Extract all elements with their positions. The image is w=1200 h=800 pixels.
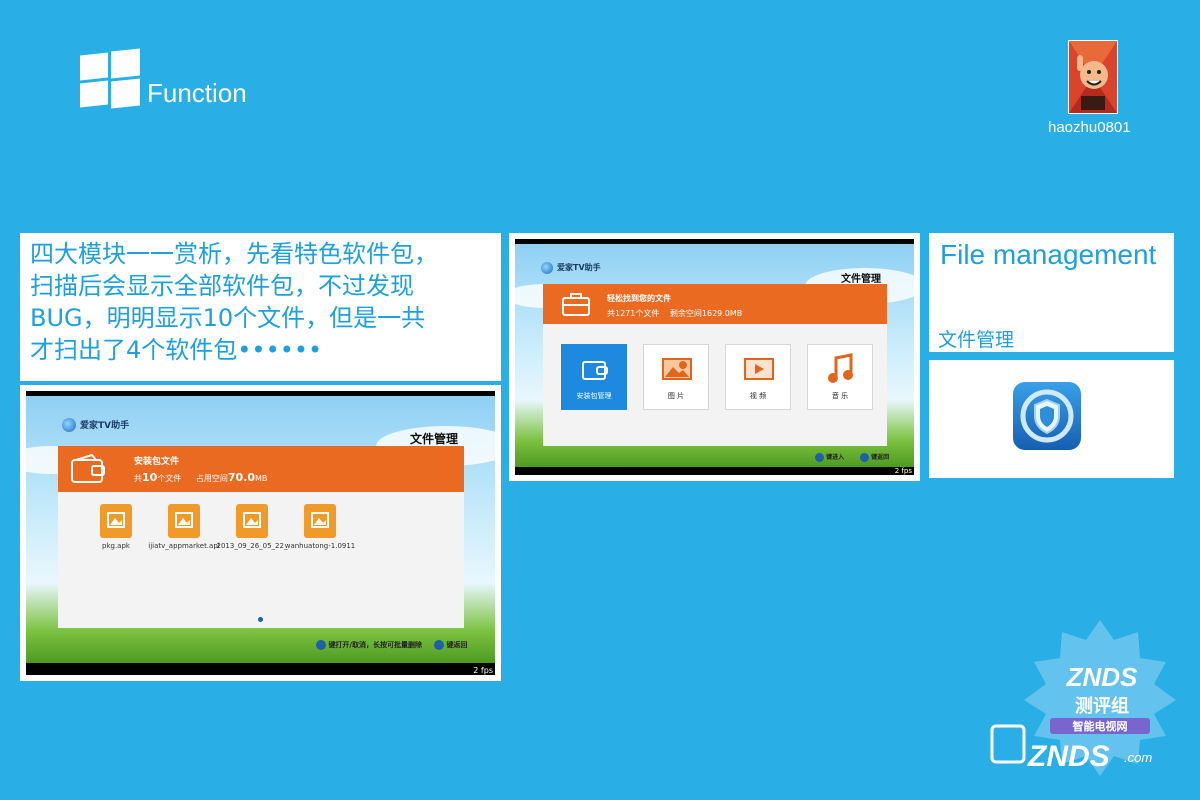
app-logo-icon bbox=[541, 262, 553, 274]
apk-file-icon bbox=[236, 504, 268, 538]
tv-icon bbox=[990, 724, 1026, 764]
watermark-line1: ZNDS bbox=[1066, 662, 1138, 692]
description-line: 才扫出了4个软件包•••••• bbox=[30, 336, 323, 364]
apk-screenshot: 爱家TV助手 文件管理 安装包文件 共10个文件 占用空间70.0MB pkg.… bbox=[20, 385, 501, 681]
files-banner: 轻松找到您的文件 共1271个文件 剩余空间1629.0MB bbox=[543, 284, 887, 324]
description-line: 扫描后会显示全部软件包，不过发现 bbox=[30, 272, 414, 300]
watermark-line2: 测评组 bbox=[1075, 695, 1129, 717]
app-logo-icon bbox=[62, 418, 76, 432]
file-item[interactable]: wanhuatong-1.0911 bbox=[280, 504, 360, 550]
video-icon bbox=[744, 358, 774, 380]
wallet-icon bbox=[582, 361, 608, 380]
watermark-domain: .com bbox=[1124, 750, 1152, 765]
ok-button-icon bbox=[815, 453, 824, 462]
apk-file-icon bbox=[100, 504, 132, 538]
back-hint: 键返回 bbox=[434, 640, 467, 650]
tile-videos[interactable]: 视 频 bbox=[725, 344, 791, 410]
screen-title: 文件管理 bbox=[410, 432, 459, 446]
music-icon bbox=[828, 353, 853, 383]
banner-title: 轻松找到您的文件 bbox=[607, 294, 671, 303]
screen-title: 文件管理 bbox=[841, 274, 881, 285]
tile-label: 安装包管理 bbox=[576, 392, 612, 400]
ok-hint: 键打开/取消，长按可批量删除 bbox=[316, 640, 422, 650]
apk-file-icon bbox=[168, 504, 200, 538]
watermark-line3: 智能电视网 bbox=[1073, 719, 1128, 733]
avatar[interactable] bbox=[1068, 40, 1118, 114]
banner-title: 安装包文件 bbox=[134, 457, 180, 467]
tile-label: 视 频 bbox=[749, 392, 767, 400]
page-indicator bbox=[258, 617, 263, 622]
tile-label: 音 乐 bbox=[831, 392, 849, 400]
app-name: 爱家TV助手 bbox=[80, 421, 130, 431]
wallet-icon bbox=[71, 454, 105, 483]
banner-stats: 共1271个文件 剩余空间1629.0MB bbox=[607, 309, 743, 318]
znds-watermark: ZNDS 测评组 智能电视网 ZNDS .com bbox=[990, 618, 1190, 788]
tile-title: File management bbox=[940, 239, 1157, 270]
description-tile: 四大模块一一赏析，先看特色软件包， 扫描后会显示全部软件包，不过发现 BUG，明… bbox=[20, 233, 501, 381]
description-line: BUG，明明显示10个文件，但是一共 bbox=[30, 304, 426, 332]
tile-music[interactable]: 音 乐 bbox=[807, 344, 873, 410]
watermark-site: ZNDS bbox=[1027, 740, 1110, 773]
content-panel: 安装包文件 共10个文件 占用空间70.0MB pkg.apk ijiatv_a… bbox=[58, 446, 464, 628]
windows-logo-icon bbox=[80, 48, 140, 109]
ok-hint: 键进入 bbox=[815, 452, 844, 462]
app-name: 爱家TV助手 bbox=[557, 263, 601, 272]
fps-counter: 2 fps bbox=[473, 666, 493, 675]
tile-label: 图 片 bbox=[667, 392, 685, 400]
files-banner: 安装包文件 共10个文件 占用空间70.0MB bbox=[58, 446, 464, 492]
ok-button-icon bbox=[316, 640, 326, 650]
description-line: 四大模块一一赏析，先看特色软件包， bbox=[30, 240, 438, 268]
page-title: Function bbox=[147, 78, 247, 108]
file-manager-screenshot: 爱家TV助手 文件管理 轻松找到您的文件 共1271个文件 剩余空间1629.0… bbox=[509, 233, 920, 481]
apk-file-icon bbox=[304, 504, 336, 538]
username-label: haozhu0801 bbox=[1048, 119, 1131, 136]
back-button-icon bbox=[860, 453, 869, 462]
file-name: wanhuatong-1.0911 bbox=[284, 542, 356, 550]
shield-app-icon bbox=[1013, 382, 1081, 450]
app-icon-tile[interactable] bbox=[929, 360, 1174, 478]
content-panel: 轻松找到您的文件 共1271个文件 剩余空间1629.0MB 安装包管理 图 片… bbox=[543, 284, 887, 446]
back-hint: 键返回 bbox=[860, 452, 889, 462]
tile-pictures[interactable]: 图 片 bbox=[643, 344, 709, 410]
back-button-icon bbox=[434, 640, 444, 650]
toolbox-icon bbox=[562, 293, 590, 316]
banner-stats: 共10个文件 占用空间70.0MB bbox=[134, 471, 268, 484]
fps-counter: 2 fps bbox=[894, 467, 912, 475]
tile-apk-manager[interactable]: 安装包管理 bbox=[561, 344, 627, 410]
picture-icon bbox=[662, 358, 692, 380]
file-management-tile[interactable]: File management 文件管理 bbox=[929, 233, 1174, 352]
tile-subtitle: 文件管理 bbox=[938, 329, 1015, 351]
